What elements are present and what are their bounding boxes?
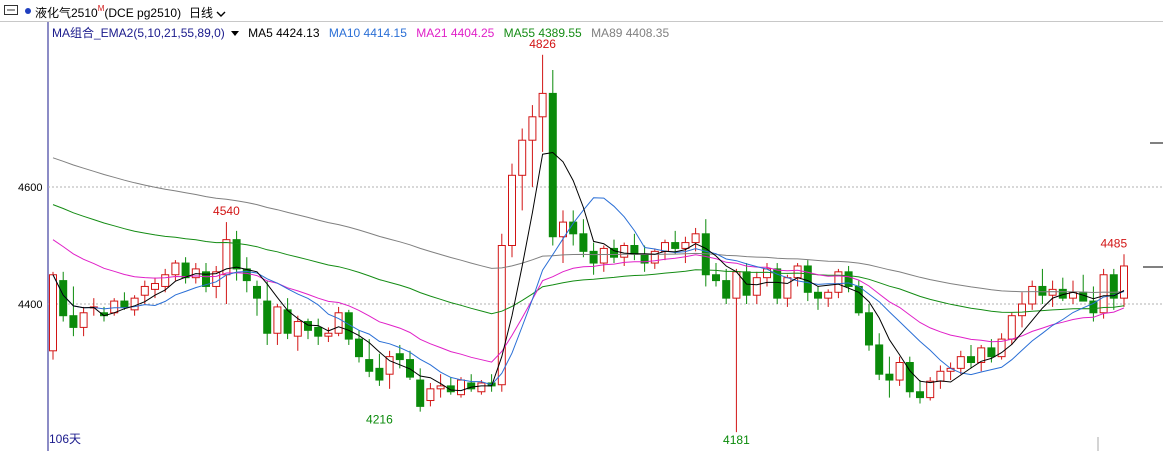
candle-body bbox=[885, 373, 894, 381]
candle-body bbox=[987, 347, 996, 358]
candle-body bbox=[293, 321, 302, 337]
candle-body bbox=[426, 388, 435, 402]
candle-body bbox=[1018, 303, 1026, 317]
status-dot-icon bbox=[25, 8, 31, 14]
candle-body bbox=[518, 139, 527, 176]
candle-body bbox=[956, 356, 965, 369]
symbol-code: (DCE pg2510) bbox=[104, 6, 182, 20]
candle-body bbox=[1120, 265, 1128, 299]
candle-body bbox=[395, 353, 404, 361]
price-annotation-4216: 4216 bbox=[366, 413, 393, 427]
candle-body bbox=[803, 265, 812, 293]
candle-body bbox=[375, 367, 384, 381]
candle-body bbox=[457, 379, 465, 396]
candle-body bbox=[732, 271, 741, 299]
symbol-label: 液化气2510 bbox=[35, 6, 98, 20]
ma55-line bbox=[52, 204, 1125, 315]
candle-body bbox=[681, 242, 690, 249]
candle-body bbox=[916, 391, 924, 399]
candle-body bbox=[895, 362, 904, 381]
candle-body bbox=[752, 277, 761, 296]
y-tick-label-4400: 4400 bbox=[18, 299, 42, 311]
candle-body bbox=[140, 285, 149, 296]
symbol-title[interactable]: 液化气2510M(DCE pg2510) bbox=[35, 4, 181, 21]
panel-toggle-icon[interactable] bbox=[4, 5, 18, 15]
candle-body bbox=[824, 291, 833, 299]
candle-body bbox=[314, 326, 323, 337]
candle-body bbox=[599, 247, 608, 264]
chevron-down-icon bbox=[216, 11, 226, 17]
candle-body bbox=[528, 116, 537, 141]
candlestick-chart[interactable]: 4400 4600 4826 4540 4216 4181 4485 106天 bbox=[0, 22, 1163, 451]
candle-body bbox=[181, 262, 190, 279]
candle-body bbox=[324, 332, 333, 337]
candle-body bbox=[253, 285, 261, 299]
candle-body bbox=[538, 92, 547, 118]
candle-body bbox=[49, 274, 57, 352]
candle-body bbox=[967, 356, 975, 363]
candle-body bbox=[355, 338, 363, 358]
candle-body bbox=[722, 280, 731, 299]
candle-body bbox=[936, 370, 945, 382]
candle-body bbox=[630, 245, 639, 255]
candle-body bbox=[671, 242, 680, 249]
price-annotation-4181: 4181 bbox=[723, 433, 750, 447]
candle-body bbox=[589, 250, 598, 264]
candle-body bbox=[875, 344, 884, 375]
candle-body bbox=[304, 321, 312, 331]
price-annotation-4540: 4540 bbox=[213, 204, 240, 218]
candle-body bbox=[477, 382, 486, 393]
period-selector[interactable]: 日线 bbox=[189, 4, 226, 21]
price-annotation-4485: 4485 bbox=[1100, 236, 1127, 250]
candle-body bbox=[283, 309, 292, 334]
candle-body bbox=[783, 277, 792, 299]
candle-body bbox=[610, 247, 618, 258]
candle-body bbox=[620, 245, 629, 258]
candle-body bbox=[69, 315, 78, 328]
candle-body bbox=[79, 312, 88, 328]
candle-body bbox=[508, 174, 516, 246]
candle-body bbox=[334, 312, 343, 334]
candle-body bbox=[161, 274, 170, 287]
y-tick-label-4600: 4600 bbox=[18, 182, 42, 194]
candle-body bbox=[793, 265, 802, 279]
candle-body bbox=[263, 300, 272, 334]
toolbar: 液化气2510M(DCE pg2510) 日线 bbox=[0, 0, 1163, 22]
candle-body bbox=[1048, 288, 1057, 296]
candle-body bbox=[110, 300, 119, 314]
candle-body bbox=[273, 306, 282, 334]
candle-body bbox=[1007, 315, 1016, 340]
candle-body bbox=[691, 233, 700, 244]
candle-body bbox=[661, 242, 669, 252]
candle-body bbox=[416, 379, 425, 407]
candle-body bbox=[436, 385, 445, 390]
candle-body bbox=[854, 285, 863, 314]
candle-body bbox=[579, 233, 588, 252]
candle-body bbox=[171, 262, 180, 276]
price-annotation-4826: 4826 bbox=[529, 37, 556, 51]
candle-body bbox=[365, 359, 374, 372]
candle-body bbox=[548, 92, 557, 238]
candle-body bbox=[926, 380, 935, 399]
candle-body bbox=[1079, 291, 1088, 302]
candle-body bbox=[151, 283, 159, 290]
bar-count-label: 106天 bbox=[49, 432, 81, 446]
candle-body bbox=[1038, 285, 1047, 296]
candle-body bbox=[385, 356, 394, 375]
candle-body bbox=[120, 300, 129, 308]
candle-body bbox=[130, 297, 139, 311]
candle-body bbox=[865, 312, 873, 346]
candle-body bbox=[814, 291, 822, 299]
candle-body bbox=[712, 274, 720, 282]
ma21-line bbox=[52, 239, 1125, 363]
period-label: 日线 bbox=[189, 6, 214, 20]
candle-body bbox=[1028, 285, 1037, 305]
candle-body bbox=[242, 268, 251, 282]
